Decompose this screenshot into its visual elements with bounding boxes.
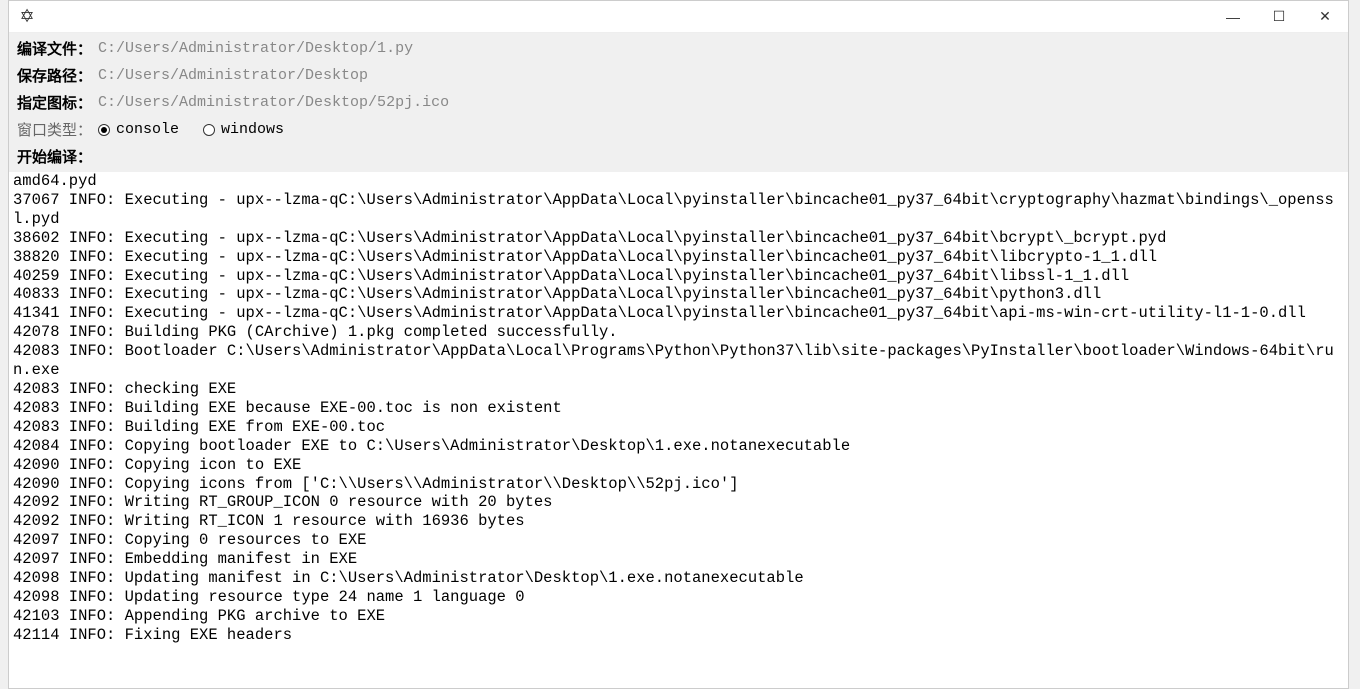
radio-console[interactable]: console [98,121,179,138]
compile-file-label: 编译文件： [17,38,92,59]
icon-label: 指定图标： [17,92,92,113]
minimize-button[interactable]: — [1210,1,1256,33]
save-path-label: 保存路径： [17,65,92,86]
radio-dot-icon [98,124,110,136]
window-type-row: 窗口类型： console windows [17,116,1340,143]
window-type-radio-group: console windows [98,121,300,138]
start-compile-row: 开始编译： [17,143,1340,170]
compile-file-row: 编译文件： C:/Users/Administrator/Desktop/1.p… [17,35,1340,62]
save-path-value[interactable]: C:/Users/Administrator/Desktop [98,67,368,84]
radio-console-label: console [116,121,179,138]
icon-value[interactable]: C:/Users/Administrator/Desktop/52pj.ico [98,94,449,111]
maximize-button[interactable]: ☐ [1256,1,1302,33]
compile-file-value[interactable]: C:/Users/Administrator/Desktop/1.py [98,40,413,57]
app-icon: ✡ [17,7,37,27]
radio-dot-icon [203,124,215,136]
app-window: ✡ — ☐ ✕ 编译文件： C:/Users/Administrator/Des… [8,0,1349,689]
radio-windows-label: windows [221,121,284,138]
close-button[interactable]: ✕ [1302,1,1348,33]
titlebar: ✡ — ☐ ✕ [9,1,1348,33]
radio-windows[interactable]: windows [203,121,284,138]
icon-row: 指定图标： C:/Users/Administrator/Desktop/52p… [17,89,1340,116]
log-output[interactable]: amd64.pyd 37067 INFO: Executing - upx--l… [9,172,1348,688]
window-type-label: 窗口类型： [17,119,92,140]
start-compile-label: 开始编译： [17,146,92,167]
window-controls: — ☐ ✕ [1210,1,1348,33]
save-path-row: 保存路径： C:/Users/Administrator/Desktop [17,62,1340,89]
settings-panel: 编译文件： C:/Users/Administrator/Desktop/1.p… [9,33,1348,172]
